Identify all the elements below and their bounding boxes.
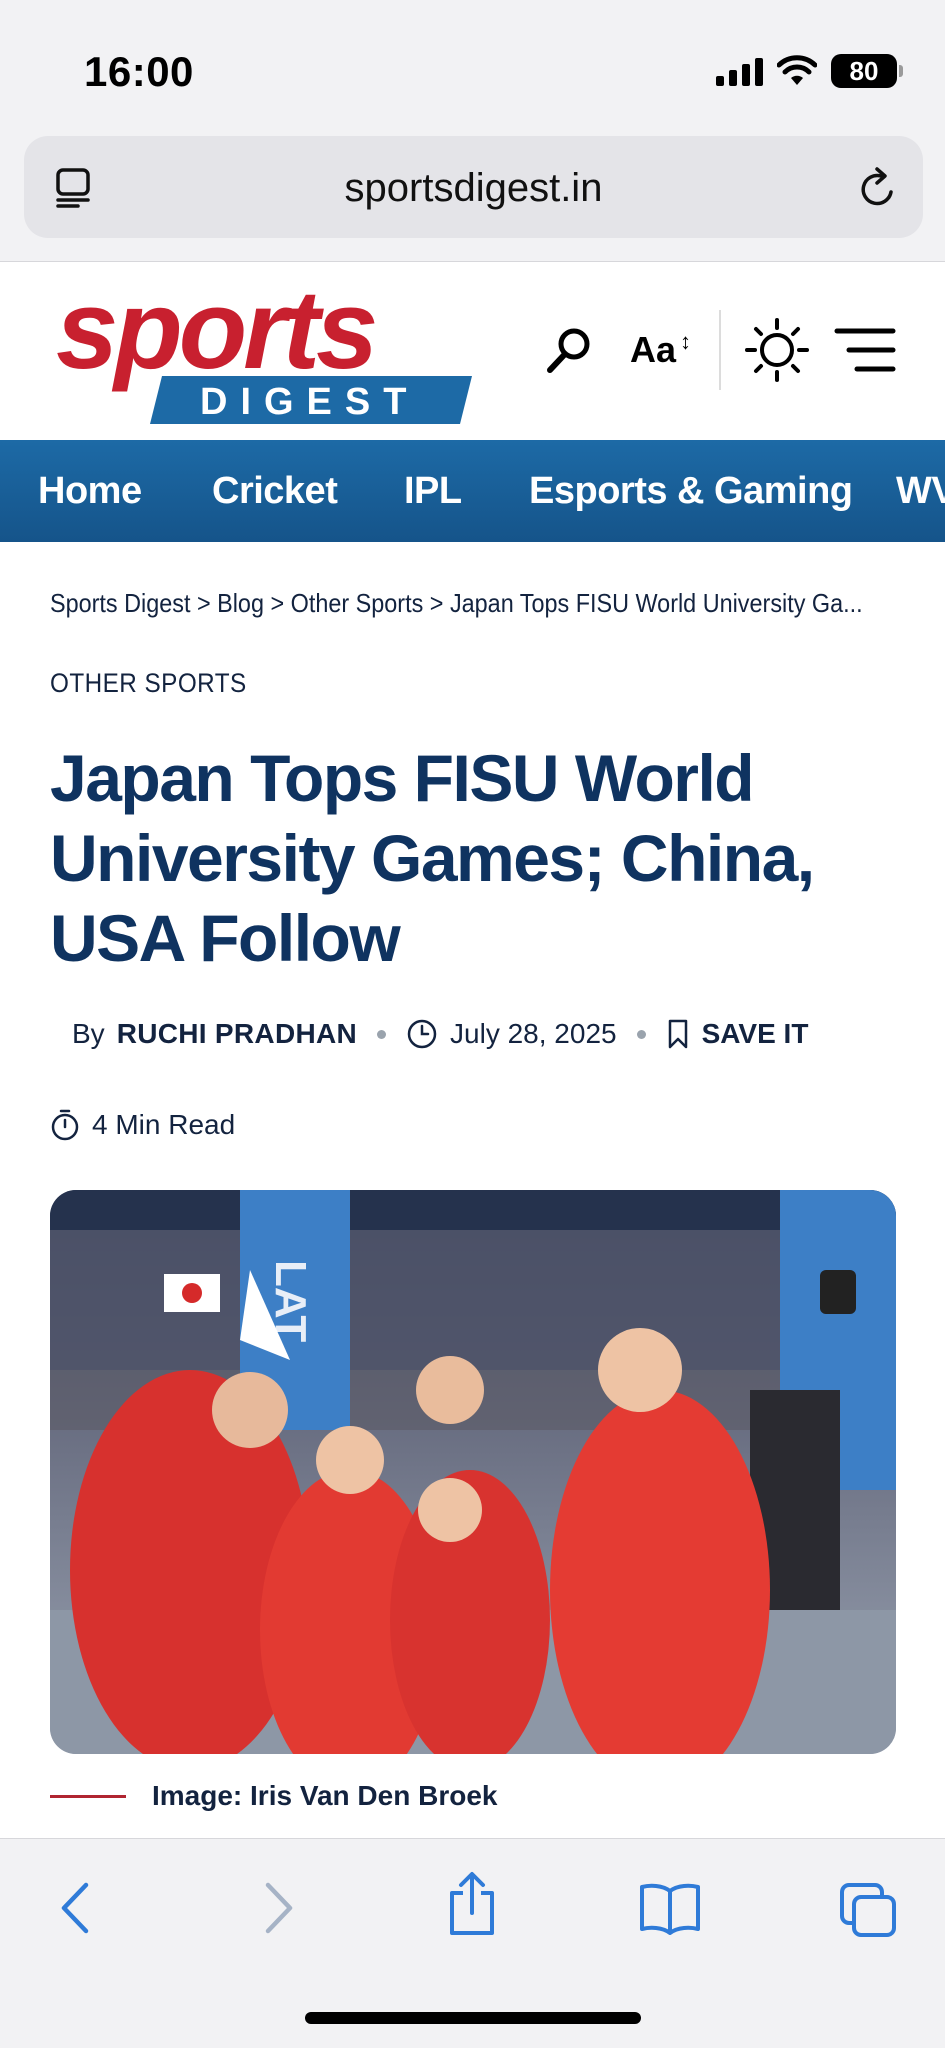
caption-rule xyxy=(50,1794,126,1798)
svg-text:sports: sports xyxy=(56,280,375,392)
hero-image[interactable]: LAT xyxy=(50,1190,896,1754)
wifi-icon xyxy=(777,55,817,85)
breadcrumb[interactable]: Sports Digest > Blog > Other Sports > Ja… xyxy=(50,588,901,619)
bookmark-icon[interactable] xyxy=(666,1018,690,1050)
stopwatch-icon xyxy=(51,1109,79,1141)
font-size-button[interactable]: Aa ↕ xyxy=(630,329,691,371)
home-indicator[interactable] xyxy=(305,2012,641,2024)
search-icon[interactable] xyxy=(544,325,594,375)
category-label[interactable]: OTHER SPORTS xyxy=(50,668,247,699)
publish-date: July 28, 2025 xyxy=(450,1018,617,1049)
bookmarks-icon[interactable] xyxy=(638,1881,702,1935)
main-nav: Home Cricket IPL Esports & Gaming WV xyxy=(0,440,945,542)
address-bar[interactable]: sportsdigest.in xyxy=(24,136,923,238)
battery-icon: 80 xyxy=(831,54,903,88)
read-time-text: 4 Min Read xyxy=(92,1109,236,1140)
url-text[interactable]: sportsdigest.in xyxy=(24,166,923,211)
author-name[interactable]: RUCHI PRADHAN xyxy=(117,1018,357,1050)
status-time: 16:00 xyxy=(84,48,194,95)
image-caption: Image: Iris Van Den Broek xyxy=(50,1780,497,1812)
nav-item-home[interactable]: Home xyxy=(38,470,142,513)
save-it-button[interactable]: SAVE IT xyxy=(702,1018,809,1050)
forward-icon[interactable] xyxy=(258,1881,298,1935)
status-bar: 16:00 80 xyxy=(0,0,945,130)
font-size-arrow-icon: ↕ xyxy=(680,329,691,354)
status-icons: 80 xyxy=(716,54,903,88)
meta-separator xyxy=(636,1029,646,1039)
cellular-signal-icon xyxy=(716,56,763,86)
nav-item-esports-gaming[interactable]: Esports & Gaming xyxy=(529,470,853,513)
article-meta: By RUCHI PRADHAN July 28, 2025 SAVE IT xyxy=(72,1018,808,1050)
tabs-overview-icon[interactable] xyxy=(838,1881,898,1939)
sun-icon[interactable] xyxy=(745,318,809,382)
browser-top-bar: sportsdigest.in xyxy=(0,130,945,262)
site-header: sports DIGEST Aa ↕ xyxy=(0,262,945,440)
article-title: Japan Tops FISU World University Games; … xyxy=(50,741,815,975)
share-icon[interactable] xyxy=(446,1871,498,1937)
clock-icon xyxy=(407,1019,437,1049)
font-size-label: Aa xyxy=(629,329,676,370)
svg-text:DIGEST: DIGEST xyxy=(200,381,419,423)
sports-digest-logo[interactable]: sports DIGEST xyxy=(52,280,482,428)
back-icon[interactable] xyxy=(56,1881,96,1935)
nav-item-cricket[interactable]: Cricket xyxy=(212,470,338,513)
nav-item-ipl[interactable]: IPL xyxy=(404,470,462,513)
read-time: 4 Min Read xyxy=(50,1108,235,1142)
nav-item-wv[interactable]: WV xyxy=(896,470,945,513)
header-tools: Aa ↕ xyxy=(544,310,897,390)
hamburger-menu-icon[interactable] xyxy=(833,325,897,375)
meta-separator xyxy=(377,1029,387,1039)
header-divider xyxy=(719,310,721,390)
caption-text: Image: Iris Van Den Broek xyxy=(152,1780,498,1811)
reload-icon[interactable] xyxy=(857,166,899,210)
byline-prefix: By xyxy=(72,1018,105,1049)
